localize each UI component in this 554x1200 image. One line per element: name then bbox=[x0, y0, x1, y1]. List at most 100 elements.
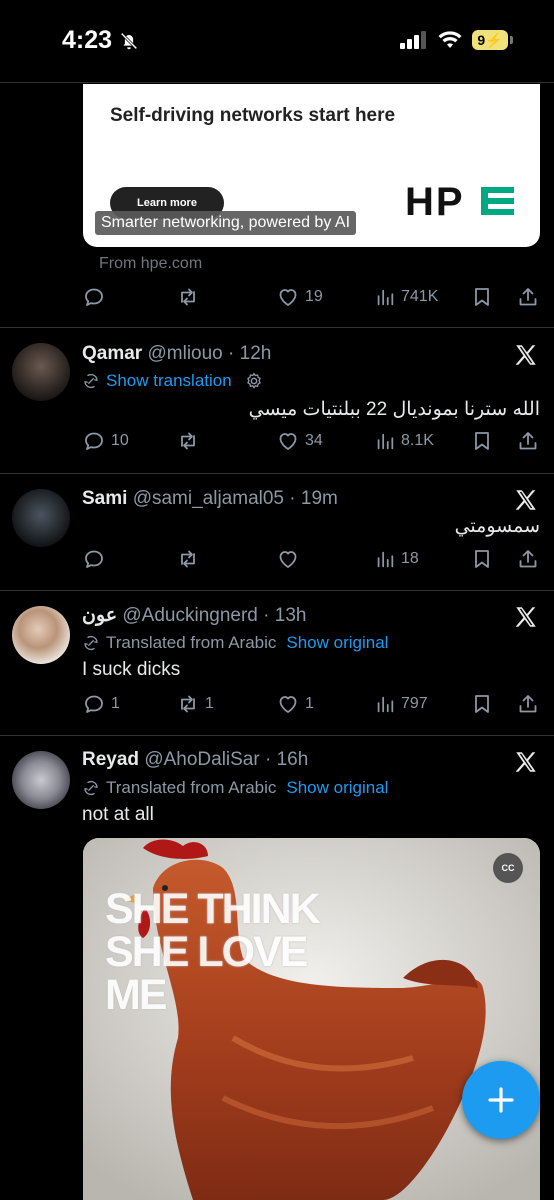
reply-button[interactable] bbox=[82, 282, 111, 312]
tweet-text: سمسومتي bbox=[454, 516, 540, 537]
author-name[interactable]: عون bbox=[82, 605, 117, 626]
svg-text:HP: HP bbox=[405, 182, 465, 220]
translated-label: Translated from Arabic bbox=[106, 778, 277, 797]
repost-button[interactable] bbox=[176, 426, 205, 456]
bookmark-button[interactable] bbox=[470, 544, 494, 574]
share-icon bbox=[516, 285, 540, 309]
compose-button[interactable] bbox=[462, 1061, 540, 1139]
tweet-time[interactable]: 19m bbox=[301, 488, 338, 509]
battery-level: 9 bbox=[477, 32, 486, 48]
view-count: 741K bbox=[401, 288, 439, 305]
share-button[interactable] bbox=[516, 544, 540, 574]
reply-button[interactable]: 1 bbox=[82, 689, 120, 719]
overlay-line: ME bbox=[105, 971, 167, 1019]
like-button[interactable]: 34 bbox=[276, 426, 323, 456]
translated-label: Translated from Arabic bbox=[106, 633, 277, 652]
views-icon bbox=[374, 693, 396, 715]
heart-icon bbox=[276, 285, 300, 309]
x-logo-icon bbox=[513, 342, 539, 368]
heart-icon bbox=[276, 429, 300, 453]
share-button[interactable] bbox=[516, 426, 540, 456]
reply-icon bbox=[82, 692, 106, 716]
ad-card[interactable]: Self-driving networks start here Learn m… bbox=[83, 84, 540, 247]
divider bbox=[0, 735, 554, 736]
author-name[interactable]: Reyad bbox=[82, 749, 139, 770]
repost-button[interactable] bbox=[176, 282, 205, 312]
author-handle[interactable]: @AhoDaliSar bbox=[144, 749, 259, 770]
ad-caption: Smarter networking, powered by AI bbox=[95, 211, 357, 235]
repost-icon bbox=[176, 285, 200, 309]
heart-icon bbox=[276, 547, 300, 571]
like-count: 19 bbox=[305, 288, 323, 305]
like-count: 1 bbox=[305, 695, 314, 712]
share-icon bbox=[516, 429, 540, 453]
views-button[interactable]: 8.1K bbox=[374, 426, 434, 456]
ad-source-link[interactable]: From hpe.com bbox=[99, 255, 202, 273]
captions-button[interactable]: CC bbox=[493, 853, 523, 883]
translation-row: Show translation bbox=[82, 371, 264, 391]
tweet-media-video[interactable]: SHE THINK SHE LOVE ME CC bbox=[83, 838, 540, 1200]
repost-icon bbox=[176, 547, 200, 571]
reply-icon bbox=[82, 547, 106, 571]
battery-icon: 9 ⚡ bbox=[472, 30, 513, 50]
share-button[interactable] bbox=[516, 282, 540, 312]
like-button[interactable]: 1 bbox=[276, 689, 314, 719]
share-button[interactable] bbox=[516, 689, 540, 719]
show-translation-link[interactable]: Show translation bbox=[106, 371, 232, 391]
hpe-logo: HP bbox=[405, 182, 514, 220]
repost-button[interactable] bbox=[176, 544, 205, 574]
author-handle[interactable]: @Aduckingnerd bbox=[122, 605, 257, 626]
repost-button[interactable]: 1 bbox=[176, 689, 214, 719]
repost-icon bbox=[176, 429, 200, 453]
tweet-text: الله سترنا بمونديال 22 ببلنتيات ميسي bbox=[248, 399, 540, 420]
avatar[interactable] bbox=[12, 343, 70, 401]
tweet-header: عون @Aduckingnerd · 13h bbox=[82, 604, 306, 627]
tweet-header: Sami @sami_aljamal05 · 19m bbox=[82, 488, 338, 510]
like-count: 34 bbox=[305, 432, 323, 449]
bookmark-button[interactable] bbox=[470, 426, 494, 456]
translation-row: Translated from Arabic Show original bbox=[82, 633, 388, 653]
tweet-time[interactable]: 12h bbox=[240, 343, 272, 364]
avatar[interactable] bbox=[12, 751, 70, 809]
show-original-link[interactable]: Show original bbox=[286, 633, 388, 653]
view-count: 8.1K bbox=[401, 432, 434, 449]
author-name[interactable]: Sami bbox=[82, 488, 127, 509]
views-icon bbox=[374, 286, 396, 308]
x-logo-icon bbox=[513, 487, 539, 513]
translate-icon bbox=[82, 372, 100, 390]
author-handle[interactable]: @sami_aljamal05 bbox=[133, 488, 284, 509]
translate-icon bbox=[82, 779, 100, 797]
divider bbox=[0, 590, 554, 591]
views-button[interactable]: 18 bbox=[374, 544, 419, 574]
reply-button[interactable] bbox=[82, 544, 111, 574]
clock-text: 4:23 bbox=[62, 26, 113, 54]
separator-dot: · bbox=[228, 343, 235, 364]
wifi-icon bbox=[438, 31, 462, 48]
reply-button[interactable]: 10 bbox=[82, 426, 129, 456]
like-button[interactable]: 19 bbox=[276, 282, 323, 312]
x-logo-icon bbox=[513, 604, 539, 630]
views-button[interactable]: 741K bbox=[374, 282, 438, 312]
avatar[interactable] bbox=[12, 489, 70, 547]
divider bbox=[0, 473, 554, 474]
overlay-line: SHE LOVE bbox=[105, 928, 308, 976]
views-button[interactable]: 797 bbox=[374, 689, 428, 719]
gear-icon[interactable] bbox=[244, 371, 264, 391]
tweet-time[interactable]: 13h bbox=[275, 605, 307, 626]
show-original-link[interactable]: Show original bbox=[286, 778, 388, 798]
tweet-time[interactable]: 16h bbox=[277, 749, 309, 770]
heart-icon bbox=[276, 692, 300, 716]
media-overlay-text: SHE THINK SHE LOVE ME bbox=[105, 885, 321, 1019]
like-button[interactable] bbox=[276, 544, 305, 574]
tweet-action-bar: 1 1 1 797 bbox=[82, 689, 542, 719]
bookmark-button[interactable] bbox=[470, 282, 494, 312]
author-name[interactable]: Qamar bbox=[82, 343, 142, 364]
avatar[interactable] bbox=[12, 606, 70, 664]
repost-count: 1 bbox=[205, 695, 214, 712]
tweet-text: not at all bbox=[82, 804, 154, 825]
overlay-line: SHE THINK bbox=[105, 885, 321, 933]
tweet-header: Reyad @AhoDaliSar · 16h bbox=[82, 749, 308, 771]
author-handle[interactable]: @mliouo bbox=[147, 343, 222, 364]
bookmark-button[interactable] bbox=[470, 689, 494, 719]
tweet-action-bar: 10 34 8.1K bbox=[82, 426, 542, 456]
